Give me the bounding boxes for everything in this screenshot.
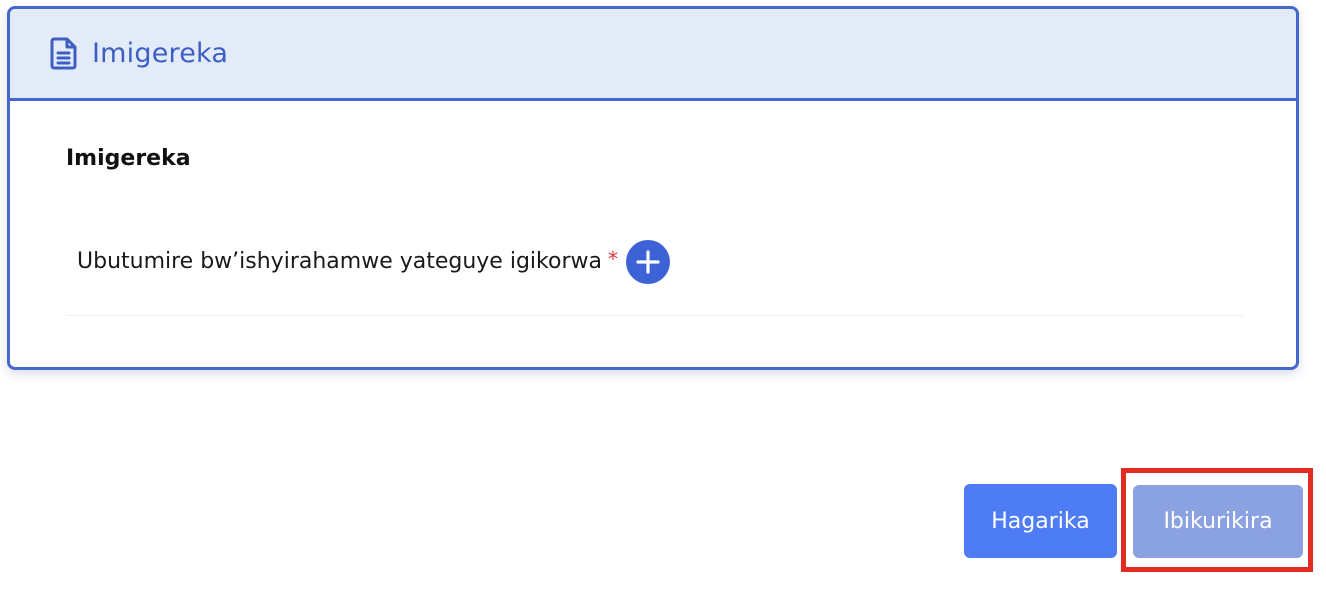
- required-marker: *: [607, 247, 618, 271]
- attachments-panel: Imigereka Imigereka Ubutumire bw’ishyira…: [7, 6, 1299, 370]
- divider: [66, 315, 1243, 316]
- field-label: Ubutumire bw’ishyirahamwe yateguye igiko…: [77, 249, 602, 274]
- document-icon: [50, 36, 78, 70]
- next-button[interactable]: Ibikurikira: [1133, 485, 1303, 558]
- section-title: Imigereka: [66, 146, 191, 171]
- add-attachment-button[interactable]: [625, 240, 670, 284]
- attachment-field: Ubutumire bw’ishyirahamwe yateguye igiko…: [77, 239, 670, 285]
- panel-title: Imigereka: [92, 38, 229, 69]
- plus-icon: [636, 250, 660, 274]
- panel-header: Imigereka: [10, 9, 1296, 101]
- cancel-button[interactable]: Hagarika: [964, 484, 1117, 558]
